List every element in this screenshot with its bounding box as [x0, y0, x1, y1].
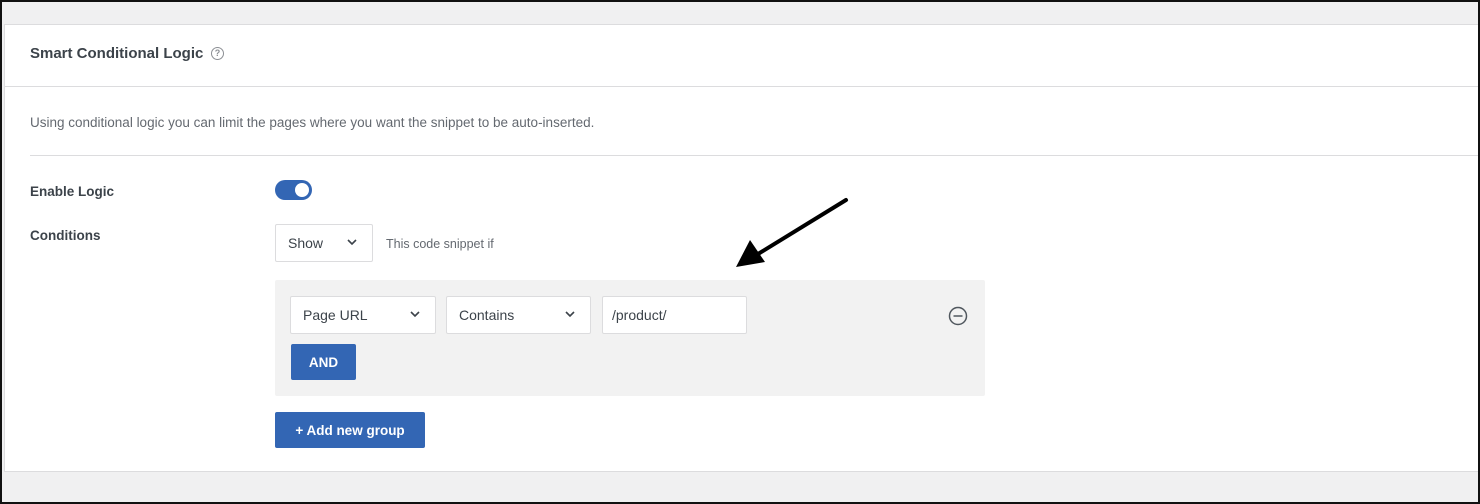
panel-description: Using conditional logic you can limit th…	[30, 115, 595, 130]
add-new-group-button[interactable]: + Add new group	[275, 412, 425, 448]
panel-header: Smart Conditional Logic ?	[5, 25, 1480, 87]
chevron-down-icon	[410, 311, 420, 318]
question-circle-icon[interactable]: ?	[211, 47, 224, 60]
smart-conditional-logic-panel: Smart Conditional Logic ? Using conditio…	[4, 24, 1480, 472]
and-button[interactable]: AND	[291, 344, 356, 380]
show-hide-select[interactable]: Show	[275, 224, 373, 262]
chevron-down-icon	[565, 311, 575, 318]
minus-circle-icon[interactable]	[948, 306, 968, 326]
show-note: This code snippet if	[386, 237, 494, 251]
condition-value-input[interactable]	[602, 296, 747, 334]
panel-title: Smart Conditional Logic	[30, 45, 204, 62]
enable-logic-label: Enable Logic	[30, 184, 115, 199]
show-hide-select-value: Show	[288, 235, 324, 251]
toggle-knob	[295, 183, 309, 197]
condition-field-value: Page URL	[303, 307, 368, 323]
enable-logic-toggle[interactable]	[275, 180, 312, 200]
condition-field-select[interactable]: Page URL	[290, 296, 436, 334]
chevron-down-icon	[347, 239, 357, 246]
divider	[30, 155, 1480, 156]
condition-operator-select[interactable]: Contains	[446, 296, 591, 334]
condition-group: Page URL Contains AND	[275, 280, 985, 396]
conditions-label: Conditions	[30, 228, 101, 243]
condition-operator-value: Contains	[459, 307, 515, 323]
